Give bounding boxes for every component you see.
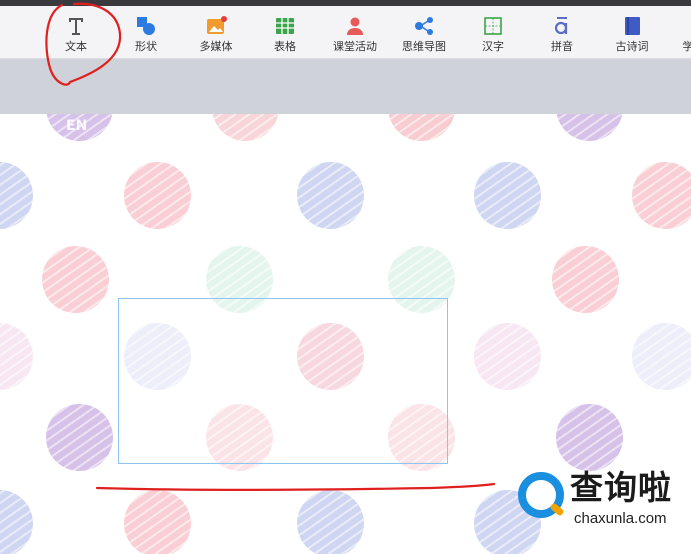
decor-dot	[632, 323, 691, 390]
decor-dot	[388, 114, 455, 141]
watermark-logo-icon	[518, 472, 564, 518]
poetry-book-icon	[621, 15, 643, 37]
toolbar-text-label: 文本	[65, 40, 87, 53]
toolbar-pinyin-label: 拼音	[551, 40, 573, 53]
toolbar-study-label: 学	[682, 40, 691, 53]
toolbar-classroom-activity-label: 课堂活动	[333, 40, 377, 53]
toolbar-shape-label: 形状	[135, 40, 157, 53]
watermark-site: chaxunla.com	[574, 510, 667, 527]
toolbar-chinese-character-button[interactable]: 汉字	[461, 6, 525, 58]
study-icon	[677, 15, 691, 37]
mind-map-icon	[413, 15, 435, 37]
toolbar-mind-map-button[interactable]: 思维导图	[392, 6, 456, 58]
watermark-title: 查询啦	[570, 468, 672, 507]
decor-dot	[556, 114, 623, 141]
decor-dot	[556, 404, 623, 471]
toolbar-text-button[interactable]: 文本	[44, 6, 108, 58]
decor-dot	[632, 162, 691, 229]
decor-dot	[297, 490, 364, 554]
text-t-icon	[65, 15, 87, 37]
toolbar-pinyin-button[interactable]: 拼音	[530, 6, 594, 58]
decor-dot	[212, 114, 279, 141]
table-icon	[274, 15, 296, 37]
chinese-character-grid-icon	[482, 15, 504, 37]
toolbar-mind-map-label: 思维导图	[402, 40, 446, 53]
decor-dot	[474, 162, 541, 229]
toolbar-chinese-character-label: 汉字	[482, 40, 504, 53]
text-box-frame[interactable]	[118, 298, 448, 464]
classroom-activity-icon	[344, 15, 366, 37]
chaxunla-watermark: 查询啦 chaxunla.com	[512, 464, 691, 534]
slide-en-badge: EN	[66, 118, 88, 134]
toolbar-media-label: 多媒体	[199, 40, 233, 53]
decor-dot	[474, 323, 541, 390]
toolbar-study-button[interactable]: 学	[656, 6, 691, 58]
secondary-toolbar-area	[0, 59, 691, 114]
shape-icon	[135, 15, 157, 37]
toolbar-classroom-activity-button[interactable]: 课堂活动	[323, 6, 387, 58]
toolbar-poetry-label: 古诗词	[615, 40, 649, 53]
toolbar-media-button[interactable]: 多媒体	[184, 6, 248, 58]
decor-dot	[46, 404, 113, 471]
toolbar-table-button[interactable]: 表格	[253, 6, 317, 58]
insert-toolbar: 文本 形状 多媒体 表格 课堂活动 思维导图 汉字 拼音 古诗词 学	[0, 6, 691, 59]
toolbar-shape-button[interactable]: 形状	[114, 6, 178, 58]
decor-dot	[124, 162, 191, 229]
decor-dot	[0, 323, 33, 390]
pinyin-icon	[551, 15, 573, 37]
decor-dot	[42, 246, 109, 313]
decor-dot	[0, 162, 33, 229]
decor-dot	[0, 490, 33, 554]
media-image-icon	[205, 15, 227, 37]
toolbar-poetry-button[interactable]: 古诗词	[600, 6, 664, 58]
toolbar-table-label: 表格	[274, 40, 296, 53]
decor-dot	[297, 162, 364, 229]
decor-dot	[124, 490, 191, 554]
decor-dot	[552, 246, 619, 313]
